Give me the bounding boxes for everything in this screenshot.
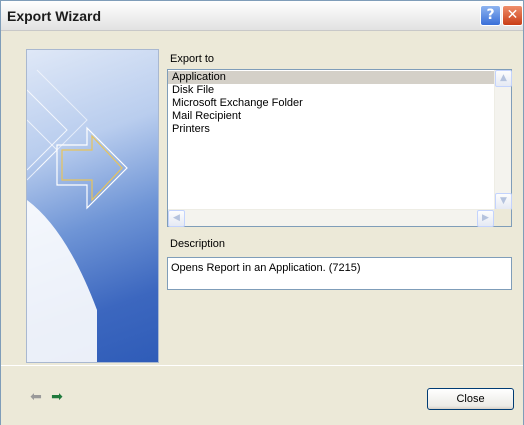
description-label: Description bbox=[170, 238, 226, 250]
export-wizard-window: Export Wizard ? ✕ Export to Application … bbox=[0, 0, 524, 425]
close-button[interactable]: Close bbox=[427, 388, 514, 410]
scroll-right-icon[interactable]: ▶ bbox=[477, 210, 494, 227]
scroll-up-icon[interactable]: ▲ bbox=[495, 70, 512, 87]
scroll-down-icon[interactable]: ▼ bbox=[495, 193, 512, 210]
close-button-label: Close bbox=[456, 393, 485, 405]
window-title: Export Wizard bbox=[7, 8, 101, 24]
list-item-mail-recipient[interactable]: Mail Recipient bbox=[168, 110, 494, 123]
list-item-application[interactable]: Application bbox=[168, 71, 494, 84]
list-item-exchange-folder[interactable]: Microsoft Exchange Folder bbox=[168, 97, 494, 110]
question-icon[interactable]: ? bbox=[480, 5, 501, 26]
wizard-banner-image bbox=[26, 49, 159, 363]
description-text: Opens Report in an Application. (7215) bbox=[171, 262, 361, 274]
close-icon[interactable]: ✕ bbox=[502, 5, 523, 26]
scrollbar-corner bbox=[494, 209, 511, 226]
list-item-printers[interactable]: Printers bbox=[168, 123, 494, 136]
export-to-listbox[interactable]: Application Disk File Microsoft Exchange… bbox=[167, 69, 512, 227]
export-to-list: Application Disk File Microsoft Exchange… bbox=[168, 70, 494, 210]
scroll-left-icon[interactable]: ◀ bbox=[168, 210, 185, 227]
arrow-left-icon[interactable]: ⬅ bbox=[29, 390, 43, 404]
horizontal-scrollbar[interactable]: ◀ ▶ bbox=[168, 209, 494, 227]
description-field: Opens Report in an Application. (7215) bbox=[167, 257, 512, 290]
vertical-scrollbar[interactable]: ▲ ▼ bbox=[494, 70, 512, 210]
banner-art-icon bbox=[27, 69, 128, 362]
export-to-label: Export to bbox=[170, 53, 215, 65]
list-item-disk-file[interactable]: Disk File bbox=[168, 84, 494, 97]
title-bar[interactable]: Export Wizard ? ✕ bbox=[1, 1, 523, 31]
arrow-right-icon[interactable]: ➡ bbox=[50, 390, 64, 404]
